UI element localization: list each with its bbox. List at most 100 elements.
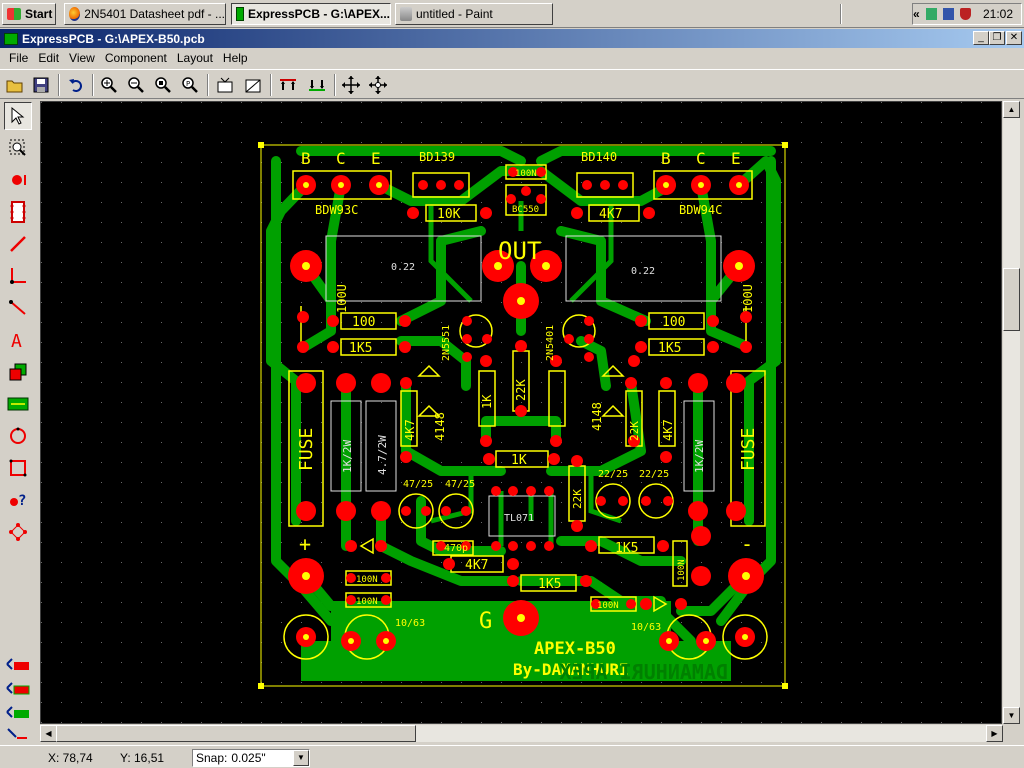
status-bar: X: 78,74 Y: 16,51 Snap: 0.025" ▼ <box>0 745 1024 768</box>
text-icon[interactable]: A <box>4 326 32 354</box>
svg-text:?: ? <box>18 493 26 509</box>
taskbar-divider <box>840 4 842 24</box>
window-title-bar[interactable]: ExpressPCB - G:\APEX-B50.pcb <box>0 29 1024 48</box>
paint-icon <box>400 7 412 21</box>
tray-expand-icon[interactable]: « <box>913 7 920 21</box>
traces-top-icon[interactable] <box>276 73 300 97</box>
window-title: ExpressPCB - G:\APEX-B50.pcb <box>22 31 205 46</box>
label-47-2w: 4.7/2W <box>376 435 389 475</box>
antivirus-icon[interactable] <box>959 8 971 20</box>
layer-icon[interactable] <box>4 358 32 386</box>
corner-icon[interactable] <box>4 262 32 290</box>
chevron-down-icon[interactable]: ▼ <box>293 750 309 766</box>
system-tray: « 21:02 <box>912 3 1022 25</box>
taskbar-button-paint[interactable]: untitled - Paint <box>395 3 553 25</box>
vertical-scroll-thumb[interactable] <box>1003 268 1020 331</box>
undo-icon[interactable] <box>64 73 88 97</box>
label-1k2w-right: 1K/2W <box>693 440 706 473</box>
label-1k5-bottom-a: 1K5 <box>615 541 638 556</box>
component-icon[interactable] <box>4 198 32 226</box>
network-icon[interactable] <box>942 8 954 20</box>
query-icon[interactable]: ? <box>4 486 32 514</box>
open-icon[interactable] <box>3 73 27 97</box>
pin-label-c-left: C <box>336 149 346 168</box>
label-out: OUT <box>498 237 541 265</box>
tool-palette: A ? <box>0 100 38 745</box>
label-100n-a: 100N <box>356 575 378 585</box>
pin-label-c-right: C <box>696 149 706 168</box>
zoom-previous-icon[interactable]: P <box>178 73 202 97</box>
horizontal-scrollbar[interactable]: ◀ ▶ <box>40 725 1003 742</box>
taskbar-button-expresspcb[interactable]: ExpressPCB - G:\APEX... <box>231 3 391 25</box>
snap-label: Snap: <box>196 751 228 765</box>
layer-silk-icon[interactable] <box>4 701 32 723</box>
scroll-left-button[interactable]: ◀ <box>40 725 57 742</box>
select-icon[interactable] <box>4 102 32 130</box>
save-icon[interactable] <box>29 73 53 97</box>
label-fuse-left: FUSE <box>296 428 317 471</box>
menu-help[interactable]: Help <box>218 51 253 65</box>
trace-icon[interactable] <box>4 230 32 258</box>
label-100n-top: 100N <box>515 169 537 179</box>
label-tl071: TL071 <box>504 513 534 524</box>
scroll-up-button[interactable]: ▲ <box>1003 101 1020 118</box>
component-properties-icon[interactable] <box>213 73 237 97</box>
menu-component[interactable]: Component <box>100 51 172 65</box>
start-button[interactable]: Start <box>2 3 56 25</box>
clock[interactable]: 21:02 <box>983 7 1013 21</box>
minimize-button[interactable]: _ <box>973 31 989 45</box>
board-title: APEX-B50 <box>534 639 616 659</box>
circle-icon[interactable] <box>4 422 32 450</box>
label-100-left: 100 <box>352 315 375 330</box>
label-2n5551: 2N5551 <box>441 325 452 361</box>
tray-app-icon[interactable] <box>925 8 937 20</box>
scroll-down-button[interactable]: ▼ <box>1003 707 1020 724</box>
snap-select[interactable]: Snap: 0.025" ▼ <box>192 749 310 767</box>
menu-view[interactable]: View <box>64 51 100 65</box>
expresspcb-icon <box>236 7 244 21</box>
menu-layout[interactable]: Layout <box>172 51 218 65</box>
align-icon[interactable] <box>366 73 390 97</box>
pcb-canvas[interactable]: B C E BD139 100N BD140 B C E BDW93C BDW9… <box>40 101 1002 724</box>
label-plus: + <box>299 532 311 556</box>
toolbar: P <box>0 69 1024 99</box>
pcb-icon[interactable] <box>4 390 32 418</box>
taskbar-button-label: 2N5401 Datasheet pdf - ... <box>84 7 225 21</box>
label-bd140: BD140 <box>581 150 617 164</box>
label-1k5-right: 1K5 <box>658 341 681 356</box>
label-22k-2: 22K <box>628 421 641 441</box>
pad-properties-icon[interactable] <box>241 73 265 97</box>
scroll-right-button[interactable]: ▶ <box>986 725 1003 742</box>
start-label: Start <box>25 7 53 21</box>
close-button[interactable]: ✕ <box>1006 31 1022 45</box>
restore-button[interactable]: ❐ <box>989 31 1005 45</box>
label-minus: - <box>741 532 753 556</box>
layer-route-icon[interactable] <box>4 724 32 744</box>
move-icon[interactable] <box>339 73 363 97</box>
firefox-icon <box>69 7 81 21</box>
zoom-in-icon[interactable] <box>97 73 121 97</box>
label-1k5-bottom-b: 1K5 <box>538 577 561 592</box>
line-icon[interactable] <box>4 294 32 322</box>
zoom-fit-icon[interactable] <box>151 73 175 97</box>
menu-edit[interactable]: Edit <box>33 51 64 65</box>
rectangle-icon[interactable] <box>4 454 32 482</box>
zoom-icon[interactable] <box>4 134 32 162</box>
netlist-icon[interactable] <box>4 518 32 546</box>
taskbar-button-firefox[interactable]: 2N5401 Datasheet pdf - ... <box>64 3 226 25</box>
zoom-out-icon[interactable] <box>124 73 148 97</box>
label-47-25-a: 47/25 <box>403 479 433 490</box>
svg-text:P: P <box>186 80 190 88</box>
label-470p: 470p <box>444 543 468 554</box>
layer-top-icon[interactable] <box>4 653 32 675</box>
label-1k-left-vert: 1K <box>480 394 494 409</box>
vertical-scrollbar[interactable]: ▲ ▼ <box>1003 101 1020 724</box>
label-10-63-right: 10/63 <box>631 622 661 633</box>
horizontal-scroll-thumb[interactable] <box>56 725 416 742</box>
menu-file[interactable]: File <box>4 51 33 65</box>
expresspcb-icon <box>4 32 18 45</box>
layer-bottom-icon[interactable] <box>4 677 32 699</box>
scroll-corner <box>1003 725 1020 742</box>
traces-bottom-icon[interactable] <box>305 73 329 97</box>
pad-icon[interactable] <box>4 166 32 194</box>
